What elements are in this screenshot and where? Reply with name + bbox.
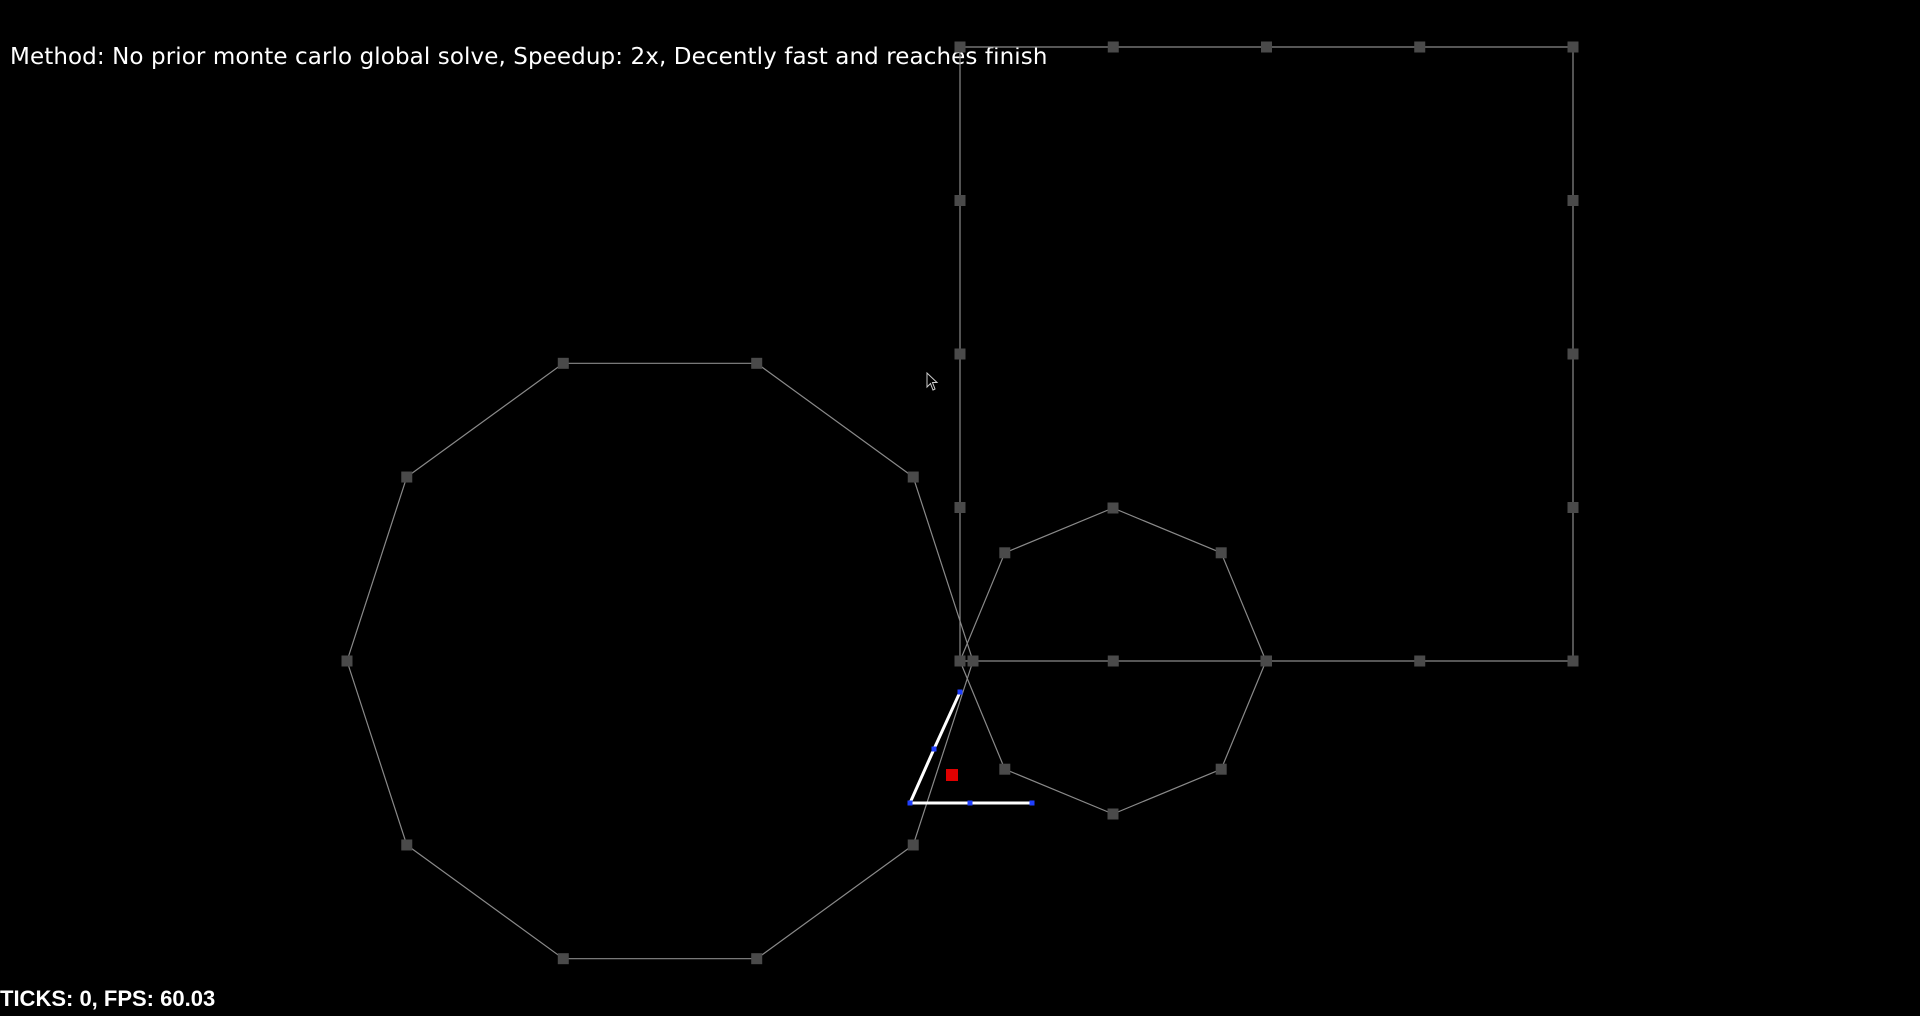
octagon-node [1107, 808, 1119, 820]
square-node [1261, 655, 1272, 667]
octagon-node [1215, 763, 1227, 775]
square-node [1567, 41, 1579, 53]
octagon-node [999, 763, 1011, 775]
octagon-node [999, 547, 1011, 559]
decagon-node [557, 953, 569, 965]
square-node [1107, 655, 1119, 667]
octagon-edge [1220, 552, 1267, 662]
square-node [954, 195, 966, 206]
octagon-edge [959, 660, 1006, 770]
path-segment [908, 748, 936, 804]
path-node [1029, 800, 1035, 806]
decagon-node [907, 471, 919, 483]
square-node [954, 41, 966, 53]
octagon-edge [1004, 507, 1114, 554]
square-node [1567, 655, 1579, 667]
square-node [1414, 41, 1426, 53]
decagon-node [967, 655, 979, 667]
square-node [954, 655, 966, 667]
square-node [1261, 41, 1272, 53]
path-node [931, 746, 937, 752]
robot-path [907, 689, 1035, 806]
ticks-fps-text: TICKS: 0, FPS: 60.03 [0, 986, 216, 1011]
path-node [907, 800, 913, 806]
square-node [954, 348, 966, 360]
octagon-edge [959, 552, 1006, 662]
decagon-node [557, 357, 569, 369]
decagon-node [401, 839, 413, 851]
decagon-edge [346, 476, 408, 662]
decagon-edge [912, 660, 974, 846]
path-node [957, 689, 963, 695]
decagon-node [341, 655, 353, 667]
square-node [1414, 655, 1426, 667]
square-node [954, 502, 966, 513]
square-node [1107, 41, 1119, 53]
decagon-edge [406, 844, 564, 960]
decagon-node [401, 471, 413, 483]
decagon-node [751, 953, 763, 965]
decagon-edge [406, 362, 564, 478]
decagon-edge [756, 362, 914, 478]
square-node [1567, 195, 1579, 206]
octagon-edge [1220, 660, 1267, 770]
octagon-edge [1112, 768, 1222, 815]
decagon-node [907, 839, 919, 851]
decagon-edge [346, 660, 408, 846]
square-node [1567, 502, 1579, 513]
octagon-node [1107, 502, 1119, 514]
path-node [967, 800, 973, 806]
octagon-edge [1112, 507, 1222, 554]
decagon-node [751, 357, 763, 369]
octagon-edge [1004, 768, 1114, 815]
simulation-canvas[interactable] [0, 0, 1920, 1016]
square-node [1567, 348, 1579, 360]
octagon-node [1215, 547, 1227, 559]
goal-marker-icon [946, 769, 958, 781]
decagon-edge [756, 844, 914, 960]
mouse-pointer-icon [926, 372, 939, 391]
